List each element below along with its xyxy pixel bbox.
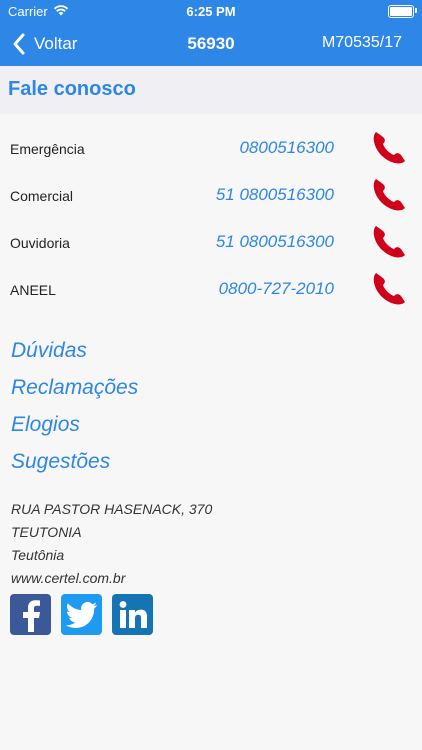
contact-links: Dúvidas Reclamações Elogios Sugestões bbox=[11, 336, 138, 484]
address-city: Teutônia bbox=[11, 547, 65, 563]
section-title: Fale conosco bbox=[8, 78, 136, 100]
battery-icon bbox=[388, 5, 414, 18]
contact-number-link[interactable]: 0800516300 bbox=[239, 138, 334, 158]
address-block: RUA PASTOR HASENACK, 370 TEUTONIA Teutôn… bbox=[11, 500, 212, 592]
linkedin-glyph bbox=[119, 600, 147, 628]
contacts-list: Emergência 0800516300 Comercial 51 08005… bbox=[0, 124, 422, 312]
contact-row-emergencia: Emergência 0800516300 bbox=[0, 124, 422, 171]
contact-label: Comercial bbox=[10, 188, 74, 204]
phone-icon[interactable] bbox=[370, 222, 410, 262]
contact-row-ouvidoria: Ouvidoria 51 0800516300 bbox=[0, 218, 422, 265]
link-duvidas[interactable]: Dúvidas bbox=[11, 336, 138, 373]
contact-label: Ouvidoria bbox=[10, 235, 70, 251]
battery-tip bbox=[415, 8, 417, 13]
phone-icon[interactable] bbox=[370, 269, 410, 309]
navigation-bar: Voltar 56930 M70535/17 bbox=[0, 22, 422, 66]
nav-right-label: M70535/17 bbox=[321, 34, 402, 51]
social-links bbox=[10, 594, 153, 635]
address-street: RUA PASTOR HASENACK, 370 bbox=[11, 501, 213, 517]
clock: 6:25 PM bbox=[186, 4, 236, 19]
phone-icon[interactable] bbox=[370, 175, 410, 215]
contact-row-comercial: Comercial 51 0800516300 bbox=[0, 171, 422, 218]
link-elogios[interactable]: Elogios bbox=[11, 410, 138, 447]
twitter-bird-glyph bbox=[65, 601, 97, 628]
contact-number-link[interactable]: 51 0800516300 bbox=[216, 232, 334, 252]
facebook-icon[interactable] bbox=[10, 594, 51, 635]
facebook-glyph bbox=[22, 599, 40, 632]
phone-icon[interactable] bbox=[370, 128, 410, 168]
twitter-icon[interactable] bbox=[61, 594, 102, 635]
website-link[interactable]: www.certel.com.br bbox=[11, 569, 212, 592]
contact-row-aneel: ANEEL 0800-727-2010 bbox=[0, 265, 422, 312]
section-header: Fale conosco bbox=[0, 66, 422, 114]
contact-number-link[interactable]: 0800-727-2010 bbox=[219, 279, 334, 299]
contact-label: Emergência bbox=[10, 141, 85, 157]
linkedin-icon[interactable] bbox=[112, 594, 153, 635]
status-bar: Carrier 6:25 PM bbox=[0, 0, 422, 22]
contact-label: ANEEL bbox=[10, 282, 56, 298]
link-reclamacoes[interactable]: Reclamações bbox=[11, 373, 138, 410]
contact-number-link[interactable]: 51 0800516300 bbox=[216, 185, 334, 205]
address-city-upper: TEUTONIA bbox=[11, 524, 82, 540]
link-sugestoes[interactable]: Sugestões bbox=[11, 447, 138, 484]
